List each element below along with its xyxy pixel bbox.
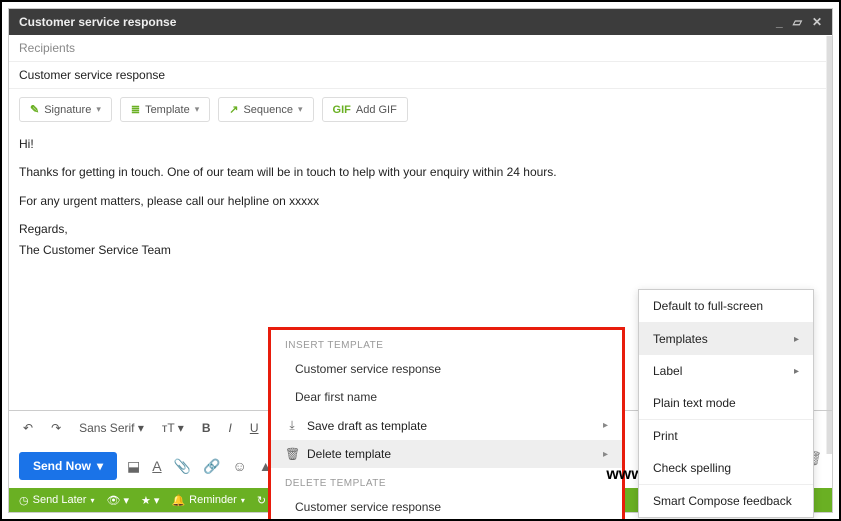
close-icon[interactable]: ✕ (812, 15, 822, 29)
chevron-right-icon: ▸ (794, 334, 799, 345)
gif-icon: GIF (333, 104, 351, 116)
recipients-field[interactable]: Recipients (9, 35, 832, 62)
delete-template-item[interactable]: 🗑 Delete template ▸ (271, 440, 622, 468)
save-draft-label: Save draft as template (307, 419, 595, 433)
send-now-button[interactable]: Send Now ▾ (19, 452, 117, 480)
chevron-right-icon: ▸ (794, 366, 799, 377)
insert-template-header: INSERT TEMPLATE (271, 330, 622, 355)
check-spelling-item[interactable]: Check spelling (639, 452, 813, 484)
template-button[interactable]: ≣ Template ▾ (120, 97, 210, 122)
delete-template-label: Delete template (307, 447, 595, 461)
reminder-label: Reminder (189, 494, 237, 506)
addgif-button[interactable]: GIF Add GIF (322, 97, 408, 122)
insert-template-item[interactable]: Dear first name (271, 383, 622, 411)
chevron-down-icon: ▾ (96, 104, 101, 115)
signature-icon: ✎ (30, 103, 39, 116)
font-family-select[interactable]: Sans Serif ▾ (75, 419, 148, 437)
default-fullscreen-item[interactable]: Default to full-screen (639, 290, 813, 322)
template-label: Template (145, 104, 190, 116)
reminder-button[interactable]: 🔔 Reminder ▾ (171, 494, 244, 507)
sequence-icon: ↗ (229, 103, 238, 116)
chevron-down-icon: ▾ (195, 104, 200, 115)
chevron-down-icon: ▾ (90, 496, 94, 505)
chevron-down-icon: ▾ (241, 496, 245, 505)
attachment-icon[interactable]: 📎 (172, 456, 193, 477)
text-color-icon[interactable]: A (150, 456, 163, 476)
scrollbar[interactable] (826, 36, 832, 454)
subject-field[interactable]: Customer service response (9, 62, 832, 89)
bell-icon: 🔔 (171, 494, 185, 507)
chevron-right-icon: ▸ (603, 420, 608, 431)
titlebar: Customer service response _ ▱ ✕ (9, 9, 832, 35)
body-greeting: Hi! (19, 134, 822, 154)
sequence-button[interactable]: ↗ Sequence ▾ (218, 97, 313, 122)
print-item[interactable]: Print (639, 420, 813, 452)
delete-template-option[interactable]: Customer service response (271, 493, 622, 521)
sequence-label: Sequence (243, 104, 293, 116)
font-size-select[interactable]: тT ▾ (158, 419, 188, 437)
trash-icon: 🗑 (285, 447, 299, 461)
body-regards: Regards, (19, 222, 68, 236)
chevron-down-icon: ▾ (298, 104, 303, 115)
chevron-down-icon: ▾ (97, 459, 103, 473)
template-submenu: INSERT TEMPLATE Customer service respons… (268, 327, 625, 521)
send-later-button[interactable]: ◷ Send Later ▾ (19, 494, 94, 507)
underline-button[interactable]: U (246, 419, 263, 437)
chevron-right-icon: ▸ (603, 449, 608, 460)
signature-label: Signature (44, 104, 91, 116)
clock-icon: ◷ (19, 494, 29, 507)
templates-item[interactable]: Templates ▸ (639, 323, 813, 355)
emoji-icon[interactable]: ☺ (231, 456, 249, 476)
delete-template-header: DELETE TEMPLATE (271, 468, 622, 493)
plain-text-item[interactable]: Plain text mode (639, 387, 813, 419)
tracking-icon[interactable]: 👁 ▾ (106, 494, 129, 507)
bookmark-icon[interactable]: ★ ▾ (141, 494, 159, 507)
redo-icon[interactable]: ↷ (47, 419, 65, 437)
insert-template-item[interactable]: Customer service response (271, 355, 622, 383)
recurring-icon: ↻ (257, 494, 266, 507)
label-item[interactable]: Label ▸ (639, 355, 813, 387)
more-options-menu: Default to full-screen Templates ▸ Label… (638, 289, 814, 518)
undo-icon[interactable]: ↶ (19, 419, 37, 437)
send-later-label: Send Later (33, 494, 87, 506)
italic-button[interactable]: I (224, 419, 235, 437)
dropbox-icon[interactable]: ⬓ (125, 456, 142, 477)
recipients-placeholder: Recipients (19, 41, 75, 55)
bold-button[interactable]: B (198, 419, 215, 437)
body-signature: The Customer Service Team (19, 243, 171, 257)
smart-compose-item[interactable]: Smart Compose feedback (639, 485, 813, 517)
minimize-icon[interactable]: _ (776, 15, 783, 29)
window-controls: _ ▱ ✕ (776, 15, 822, 29)
addgif-label: Add GIF (356, 104, 397, 116)
save-icon: ⤓ (285, 418, 299, 433)
body-line1: Thanks for getting in touch. One of our … (19, 162, 822, 182)
email-body[interactable]: Hi! Thanks for getting in touch. One of … (9, 130, 832, 272)
window-title: Customer service response (19, 15, 176, 29)
template-icon: ≣ (131, 103, 140, 116)
signature-button[interactable]: ✎ Signature ▾ (19, 97, 112, 122)
maximize-icon[interactable]: ▱ (793, 15, 802, 29)
link-icon[interactable]: 🔗 (201, 456, 222, 477)
body-line2: For any urgent matters, please call our … (19, 191, 822, 211)
subject-value: Customer service response (19, 68, 165, 82)
insert-toolbar: ✎ Signature ▾ ≣ Template ▾ ↗ Sequence ▾ … (9, 89, 832, 130)
send-now-label: Send Now (33, 459, 91, 473)
save-draft-template-item[interactable]: ⤓ Save draft as template ▸ (271, 411, 622, 440)
